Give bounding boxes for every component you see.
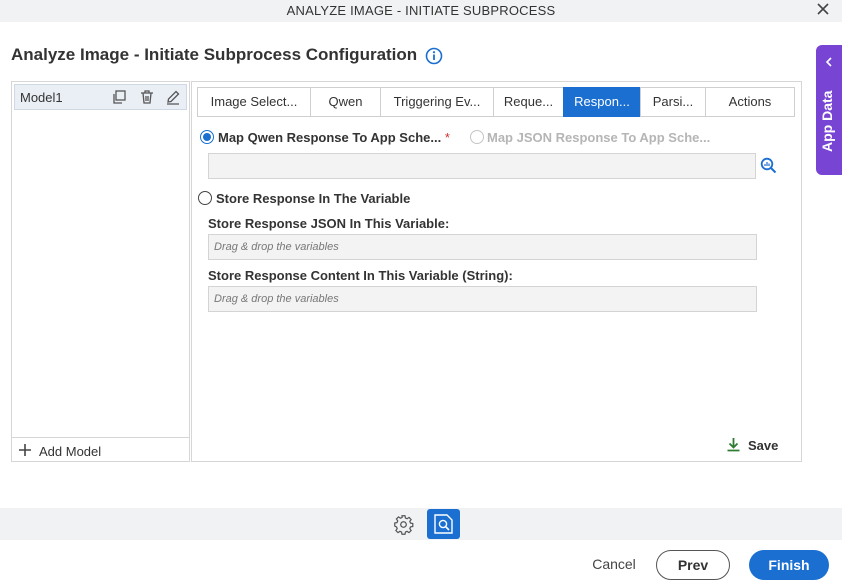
map-qwen-response-label: Map Qwen Response To App Sche... * <box>218 130 450 145</box>
schema-field[interactable] <box>208 153 756 179</box>
map-json-response-radio <box>470 130 484 144</box>
app-data-label: App Data <box>819 90 835 152</box>
download-icon <box>727 438 740 452</box>
tab-response[interactable]: Respon... <box>563 87 641 117</box>
json-variable-field[interactable]: Drag & drop the variables <box>208 234 757 260</box>
app-data-tab[interactable]: App Data <box>816 45 842 175</box>
delete-icon[interactable] <box>139 89 155 105</box>
content-variable-placeholder: Drag & drop the variables <box>214 293 339 305</box>
finish-button[interactable]: Finish <box>749 550 829 580</box>
add-model-button[interactable]: Add Model <box>12 437 189 462</box>
json-variable-label: Store Response JSON In This Variable: <box>208 216 450 231</box>
page-title: Analyze Image - Initiate Subprocess Conf… <box>11 45 418 64</box>
required-mark: * <box>444 130 450 145</box>
map-qwen-response-radio[interactable] <box>200 130 214 144</box>
tab-triggering-events[interactable]: Triggering Ev... <box>380 87 494 117</box>
tab-parsing[interactable]: Parsi... <box>640 87 706 117</box>
chevron-left-icon <box>825 57 832 67</box>
search-icon[interactable] <box>760 157 777 174</box>
close-icon[interactable] <box>816 2 830 16</box>
content-variable-label: Store Response Content In This Variable … <box>208 268 513 283</box>
store-response-radio[interactable] <box>198 191 212 205</box>
edit-icon[interactable] <box>165 89 181 105</box>
add-model-label: Add Model <box>39 444 102 459</box>
tab-qwen[interactable]: Qwen <box>310 87 381 117</box>
save-label: Save <box>748 438 779 453</box>
store-response-label: Store Response In The Variable <box>216 191 411 206</box>
model-name: Model1 <box>20 90 63 105</box>
save-button[interactable]: Save <box>726 437 782 455</box>
map-json-response-label: Map JSON Response To App Sche... <box>487 130 711 145</box>
json-variable-placeholder: Drag & drop the variables <box>214 241 339 253</box>
gear-icon[interactable] <box>393 514 414 535</box>
window-titlebar: ANALYZE IMAGE - INITIATE SUBPROCESS <box>0 0 842 22</box>
model-list-item[interactable]: Model1 <box>14 84 187 110</box>
prev-button[interactable]: Prev <box>656 550 730 580</box>
plus-icon <box>19 444 31 456</box>
document-search-icon <box>434 514 453 534</box>
info-icon[interactable] <box>425 47 443 65</box>
model-list-panel: Model1 Add Model <box>11 81 190 462</box>
copy-icon[interactable] <box>111 89 127 105</box>
content-variable-field[interactable]: Drag & drop the variables <box>208 286 757 312</box>
tab-request[interactable]: Reque... <box>493 87 564 117</box>
tab-image-selection[interactable]: Image Select... <box>197 87 311 117</box>
tab-actions[interactable]: Actions <box>705 87 795 117</box>
window-title: ANALYZE IMAGE - INITIATE SUBPROCESS <box>286 3 556 18</box>
bottom-toolbar <box>0 508 842 540</box>
preview-button[interactable] <box>427 509 460 539</box>
cancel-button[interactable]: Cancel <box>585 556 643 572</box>
